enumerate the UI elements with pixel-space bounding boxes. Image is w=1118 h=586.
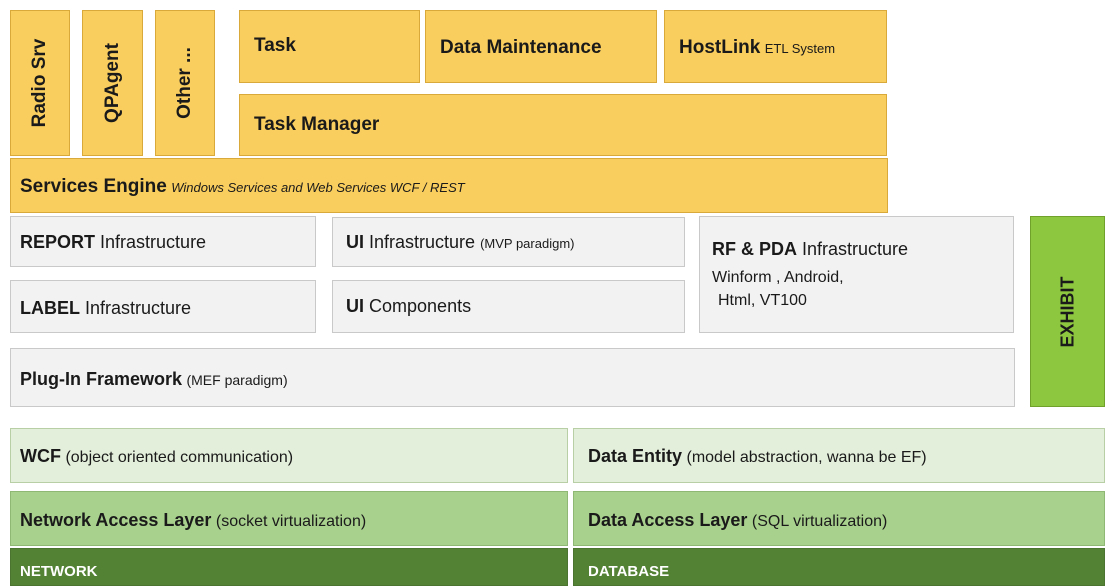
data-maintenance-label: Data Maintenance — [440, 37, 602, 58]
other-services-label: Other ... — [174, 47, 195, 119]
ui-components-rest: Components — [369, 296, 472, 316]
hostlink-text: HostLink ETL System — [679, 37, 835, 59]
rf-pda-platforms-line1: Winform , Android, — [712, 269, 844, 286]
hostlink-title: HostLink — [679, 37, 761, 58]
ui-infra-text: UI Infrastructure (MVP paradigm) — [346, 232, 574, 253]
task-manager-box: Task Manager — [239, 94, 887, 156]
data-access-note: (SQL virtualization) — [751, 513, 888, 530]
ui-infra-title: UI — [346, 232, 364, 252]
rf-pda-platforms-line2: Html, VT100 — [718, 292, 807, 309]
qpagent-label: QPAgent — [101, 43, 123, 123]
plugin-text: Plug-In Framework (MEF paradigm) — [20, 369, 288, 390]
task-label: Task — [254, 35, 296, 56]
data-entity-box: Data Entity (model abstraction, wanna be… — [573, 428, 1105, 483]
radio-srv-label: Radio Srv — [29, 38, 50, 128]
other-services-box: Other ... — [155, 10, 215, 156]
hostlink-box: HostLink ETL System — [664, 10, 887, 83]
data-access-title: Data Access Layer — [588, 510, 748, 530]
ui-components-title: UI — [346, 296, 364, 316]
data-maintenance-box: Data Maintenance — [425, 10, 657, 83]
label-infrastructure-box: LABEL Infrastructure — [10, 280, 316, 333]
rf-pda-text: RF & PDA Infrastructure — [712, 239, 908, 260]
ui-infrastructure-box: UI Infrastructure (MVP paradigm) — [332, 217, 685, 267]
data-access-text: Data Access Layer (SQL virtualization) — [588, 510, 887, 531]
services-engine-title: Services Engine — [20, 176, 167, 197]
radio-srv-box: Radio Srv — [10, 10, 70, 156]
label-rest: Infrastructure — [85, 298, 192, 318]
ui-infra-rest: Infrastructure — [369, 232, 476, 252]
network-access-note: (socket virtualization) — [215, 513, 367, 530]
report-rest: Infrastructure — [100, 232, 207, 252]
task-manager-label: Task Manager — [254, 114, 380, 135]
ui-components-box: UI Components — [332, 280, 685, 333]
label-text: LABEL Infrastructure — [20, 298, 191, 319]
report-text: REPORT Infrastructure — [20, 232, 206, 253]
data-entity-text: Data Entity (model abstraction, wanna be… — [588, 446, 927, 467]
network-label: NETWORK — [20, 563, 98, 580]
hostlink-subtitle: ETL System — [764, 41, 836, 56]
task-box: Task — [239, 10, 420, 83]
wcf-title: WCF — [20, 446, 61, 466]
data-entity-note: (model abstraction, wanna be EF) — [686, 449, 927, 466]
exhibit-label: EXHIBIT — [1057, 275, 1077, 348]
services-engine-subtitle: Windows Services and Web Services WCF / … — [171, 180, 465, 195]
services-engine-box: Services Engine Windows Services and Web… — [10, 158, 888, 213]
data-entity-title: Data Entity — [588, 446, 683, 466]
rf-pda-box: RF & PDA Infrastructure Winform , Androi… — [699, 216, 1014, 333]
rf-pda-title: RF & PDA — [712, 239, 797, 259]
label-title: LABEL — [20, 298, 80, 318]
qpagent-box: QPAgent — [82, 10, 143, 156]
network-access-layer-box: Network Access Layer (socket virtualizat… — [10, 491, 568, 546]
database-label: DATABASE — [588, 563, 670, 580]
services-engine-text: Services Engine Windows Services and Web… — [20, 176, 465, 198]
ui-infra-note: (MVP paradigm) — [480, 236, 575, 251]
wcf-box: WCF (object oriented communication) — [10, 428, 568, 483]
network-access-text: Network Access Layer (socket virtualizat… — [20, 510, 366, 531]
plugin-framework-box: Plug-In Framework (MEF paradigm) — [10, 348, 1015, 407]
report-infrastructure-box: REPORT Infrastructure — [10, 216, 316, 267]
report-title: REPORT — [20, 232, 96, 252]
database-box: DATABASE — [573, 548, 1105, 586]
ui-components-text: UI Components — [346, 296, 471, 317]
wcf-note: (object oriented communication) — [65, 449, 294, 466]
network-access-title: Network Access Layer — [20, 510, 212, 530]
network-box: NETWORK — [10, 548, 568, 586]
data-access-layer-box: Data Access Layer (SQL virtualization) — [573, 491, 1105, 546]
exhibit-box: EXHIBIT — [1030, 216, 1105, 407]
plugin-title: Plug-In Framework — [20, 369, 183, 389]
rf-pda-rest: Infrastructure — [802, 239, 909, 259]
plugin-note: (MEF paradigm) — [186, 372, 288, 388]
wcf-text: WCF (object oriented communication) — [20, 446, 293, 467]
